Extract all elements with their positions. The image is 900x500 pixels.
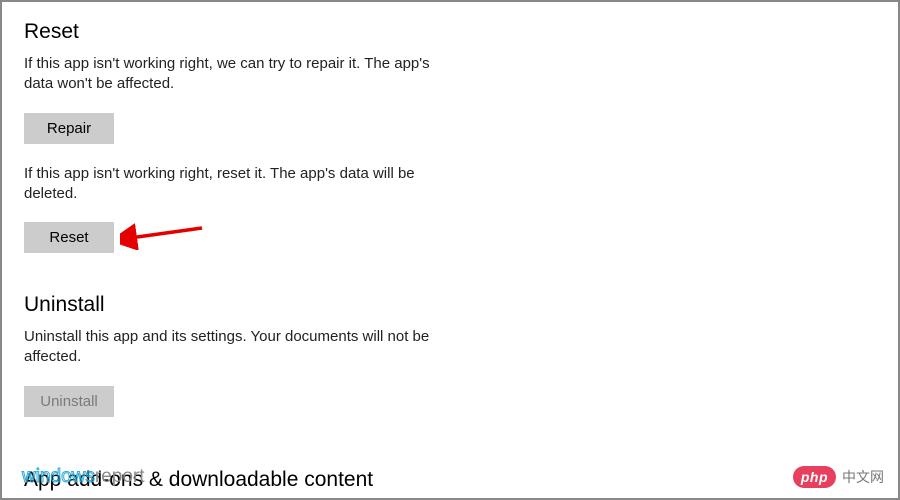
uninstall-button[interactable]: Uninstall [24,386,114,417]
reset-description: If this app isn't working right, reset i… [24,164,444,205]
repair-button[interactable]: Repair [24,113,114,144]
uninstall-heading: Uninstall [24,293,876,317]
reset-heading: Reset [24,20,876,44]
addons-heading: App add-ons & downloadable content [24,468,373,492]
watermark-php: php 中文网 [793,466,884,488]
reset-button[interactable]: Reset [24,222,114,253]
repair-description: If this app isn't working right, we can … [24,54,444,95]
uninstall-description: Uninstall this app and its settings. You… [24,327,444,368]
